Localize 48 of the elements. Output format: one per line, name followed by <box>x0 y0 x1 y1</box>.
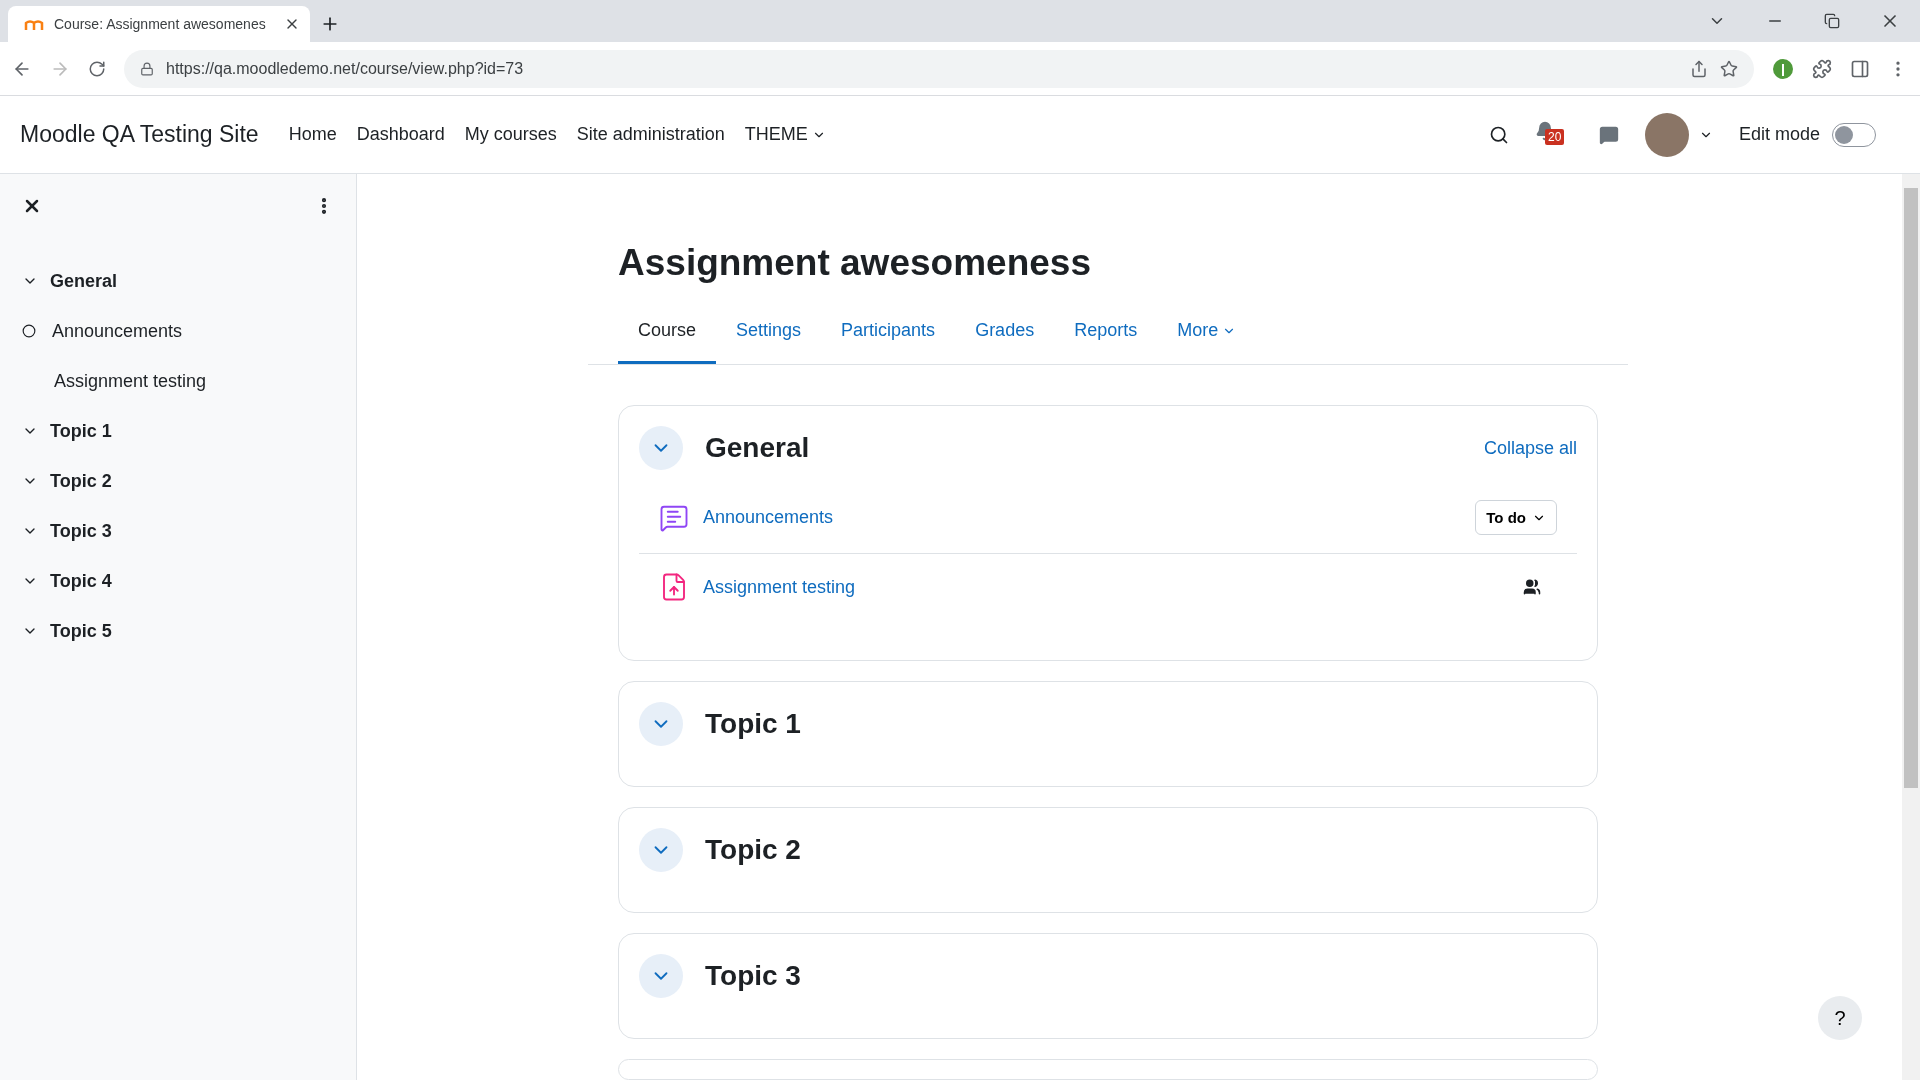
help-button[interactable]: ? <box>1818 996 1862 1040</box>
site-name: Moodle QA Testing Site <box>20 121 259 148</box>
nav-link[interactable]: Site administration <box>566 124 735 145</box>
extension-icon[interactable] <box>1772 57 1794 80</box>
tab[interactable]: Course <box>618 304 717 364</box>
tab[interactable]: Reports <box>1054 304 1158 364</box>
sidebar-section[interactable]: Topic 3 <box>22 506 334 556</box>
messages-icon[interactable] <box>1598 124 1619 145</box>
search-icon[interactable] <box>1488 124 1509 145</box>
sidebar-item[interactable]: Announcements <box>22 306 334 356</box>
tab[interactable]: Grades <box>955 304 1055 364</box>
notifications-button[interactable]: 20 <box>1534 120 1573 149</box>
lock-icon <box>140 61 154 76</box>
notification-count: 20 <box>1544 128 1565 145</box>
todo-dropdown[interactable]: To do <box>1475 500 1557 535</box>
side-panel-icon[interactable] <box>1850 58 1870 79</box>
favicon-icon <box>24 17 44 31</box>
sidebar-section[interactable]: Topic 5 <box>22 606 334 656</box>
course-title: Assignment awesomeness <box>618 242 1092 284</box>
restore-icon[interactable] <box>1824 13 1840 29</box>
section-title: Topic 2 <box>705 834 802 866</box>
tab[interactable]: Settings <box>716 304 822 364</box>
edit-mode-label: Edit mode <box>1738 124 1820 145</box>
activity-link[interactable]: Announcements <box>703 507 834 528</box>
nav-link[interactable]: THEME <box>734 124 836 145</box>
section-title: Topic 1 <box>705 708 802 740</box>
section-title: General <box>705 432 811 464</box>
sidebar-item[interactable]: Assignment testing <box>22 356 334 406</box>
nav-link[interactable]: Home <box>278 124 347 145</box>
reload-icon[interactable] <box>88 59 106 78</box>
address-bar[interactable]: https://qa.moodledemo.net/course/view.php?id=73 <box>124 49 1754 88</box>
edit-mode-toggle[interactable] <box>1832 122 1876 147</box>
share-icon[interactable] <box>1690 59 1708 78</box>
scrollbar-thumb[interactable] <box>1904 188 1918 788</box>
tab[interactable]: More <box>1157 304 1257 364</box>
section-title: Topic 3 <box>705 960 802 992</box>
sidebar-section[interactable]: General <box>22 256 334 306</box>
tab[interactable]: Participants <box>821 304 956 364</box>
bookmark-star-icon[interactable] <box>1720 59 1738 78</box>
nav-link[interactable]: My courses <box>454 124 567 145</box>
sidebar-section[interactable]: Topic 4 <box>22 556 334 606</box>
sidebar-section[interactable]: Topic 1 <box>22 406 334 456</box>
browser-tab[interactable]: Course: Assignment awesomenes <box>8 6 310 42</box>
collapse-all-link[interactable]: Collapse all <box>1483 437 1577 459</box>
activity-link[interactable]: Assignment testing <box>703 576 856 598</box>
nav-link[interactable]: Dashboard <box>346 124 455 145</box>
sidebar-section[interactable]: Topic 2 <box>22 456 334 506</box>
extensions-icon[interactable] <box>1812 58 1832 79</box>
